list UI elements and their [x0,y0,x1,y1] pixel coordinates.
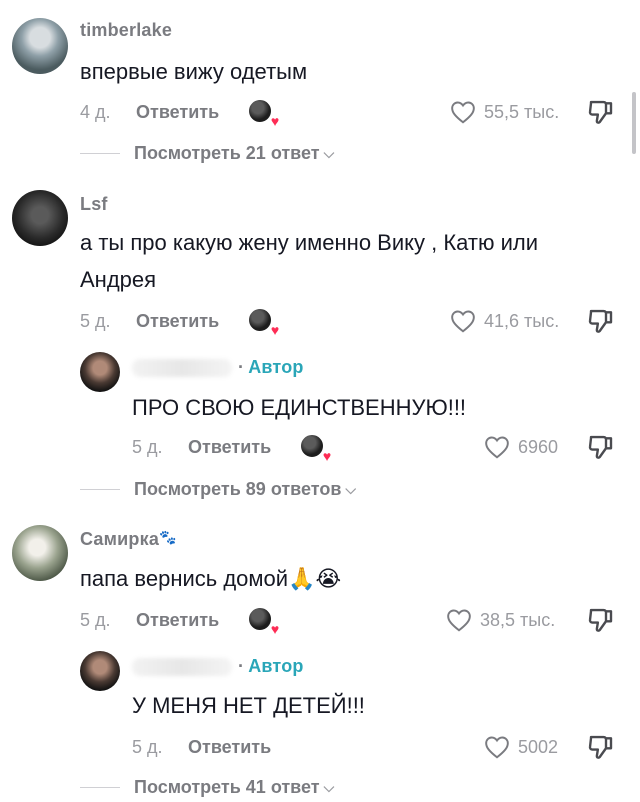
comment-meta: 4 д. Ответить ♥ [80,97,279,128]
heart-outline-icon [485,436,509,459]
thumbs-down-icon[interactable] [586,97,616,127]
comment-text: впервые вижу одетым [80,59,308,84]
comment-username[interactable]: timberlake [80,20,172,41]
like-count: 41,6 тыс. [484,310,560,331]
divider-line [80,152,120,154]
chevron-down-icon: ⌵ [345,480,357,497]
chevron-down-icon: ⌵ [323,778,335,795]
reply-time: 5 д. [132,436,163,457]
avatar[interactable] [12,190,68,246]
reply-button[interactable]: Ответить [136,102,219,123]
thumbs-down-icon[interactable] [586,306,616,336]
reply-meta: 5 д. Ответить [132,732,299,762]
reply-text: ПРО СВОЮ ЕДИНСТВЕННУЮ!!! [132,395,467,420]
reply-button[interactable]: Ответить [188,737,271,758]
thumbs-down-icon[interactable] [586,605,616,635]
reply-username: · Автор [132,357,304,378]
view-replies-button[interactable]: Посмотреть 89 ответов ⌵ [80,476,356,502]
blurred-username [132,658,232,677]
comment-time: 5 д. [80,609,111,630]
reply-button[interactable]: Ответить [188,437,271,458]
view-replies-label: Посмотреть 21 ответ [134,142,320,163]
paw-emoji: 🐾 [159,529,177,545]
comment-time: 5 д. [80,310,111,331]
reply-button[interactable]: Ответить [136,311,219,332]
blurred-username [132,359,232,378]
comment-text-line: а ты про какую жену именно Вику , Катю и… [80,230,539,255]
heart-outline-icon [451,310,475,333]
comment-text-line: Андрея [80,267,157,292]
like-button[interactable]: 5002 [484,732,558,762]
creator-heart-badge: ♥ [299,433,331,463]
scrollbar[interactable] [632,92,636,154]
like-count: 5002 [518,736,559,757]
like-button[interactable]: 55,5 тыс. [450,97,559,127]
avatar[interactable] [12,18,68,74]
like-button[interactable]: 6960 [484,432,558,462]
comment-item: timberlake впервые вижу одетым 4 д. Отве… [0,0,640,170]
thumbs-down-icon[interactable] [586,432,616,462]
comment-item: Самирка🐾 папа вернись домой🙏😭 5 д. Ответ… [0,515,640,802]
comment-meta: 5 д. Ответить ♥ [80,605,279,636]
like-count: 38,5 тыс. [480,609,556,630]
author-avatar[interactable] [80,651,120,691]
divider-line [80,488,120,490]
creator-heart-badge: ♥ [247,98,279,128]
view-replies-label: Посмотреть 41 ответ [134,776,320,797]
reply-time: 5 д. [132,736,163,757]
reply-meta: 5 д. Ответить ♥ [132,432,331,463]
reply-button[interactable]: Ответить [136,610,219,631]
comment-meta: 5 д. Ответить ♥ [80,306,279,337]
reply-text: У МЕНЯ НЕТ ДЕТЕЙ!!! [132,693,365,718]
comment-item: Lsf а ты про какую жену именно Вику , Ка… [0,180,640,510]
emoji-pray-cry: 🙏😭 [288,566,342,591]
chevron-down-icon: ⌵ [323,144,335,161]
thumbs-down-icon[interactable] [586,732,616,762]
heart-outline-icon [447,609,471,632]
avatar[interactable] [12,525,68,581]
heart-outline-icon [485,736,509,759]
author-tag: Автор [248,357,304,377]
comment-time: 4 д. [80,101,111,122]
author-avatar[interactable] [80,352,120,392]
like-count: 6960 [518,436,559,457]
like-button[interactable]: 41,6 тыс. [450,306,559,336]
like-button[interactable]: 38,5 тыс. [446,605,555,635]
comment-text: папа вернись домой🙏😭 [80,566,342,591]
view-replies-button[interactable]: Посмотреть 41 ответ ⌵ [80,774,334,800]
comment-username[interactable]: Самирка🐾 [80,529,177,550]
creator-heart-badge: ♥ [247,307,279,337]
reply-username: · Автор [132,656,304,677]
like-count: 55,5 тыс. [484,101,560,122]
view-replies-label: Посмотреть 89 ответов [134,478,342,499]
creator-heart-badge: ♥ [247,606,279,636]
author-tag: Автор [248,656,304,676]
divider-line [80,786,120,788]
comment-username[interactable]: Lsf [80,194,108,215]
view-replies-button[interactable]: Посмотреть 21 ответ ⌵ [80,140,334,166]
heart-outline-icon [451,101,475,124]
